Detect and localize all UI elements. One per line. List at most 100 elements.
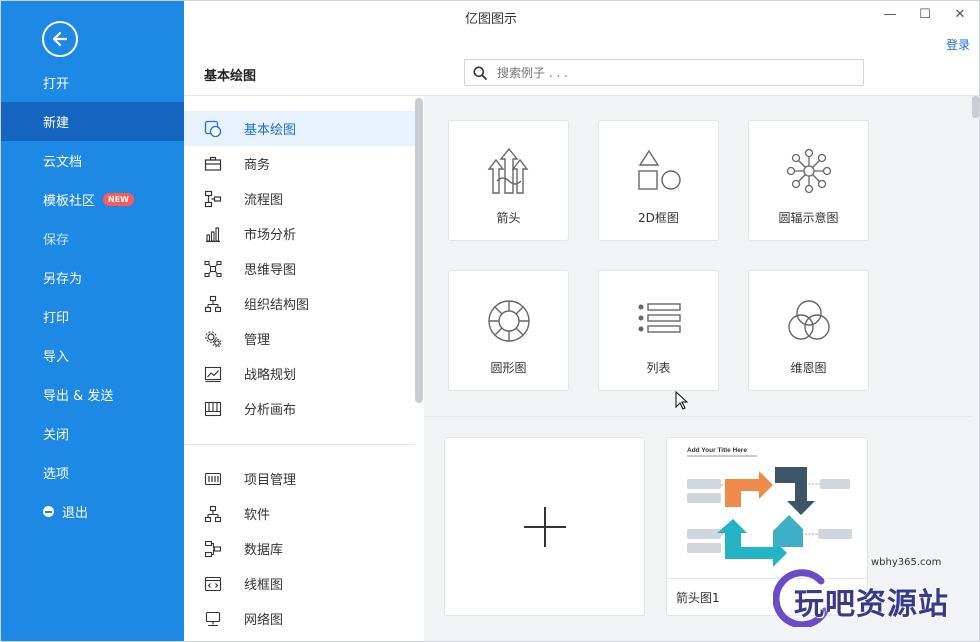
briefcase-icon: [204, 156, 222, 171]
file-sidebar: 打开 新建 云文档 模板社区 NEW 保存 另存为 打印 导入 导出 & 发送 关…: [1, 1, 184, 641]
menu-label: 导入: [43, 350, 70, 365]
menu-label: 保存: [43, 233, 70, 248]
file-menu: 打开 新建 云文档 模板社区 NEW 保存 另存为 打印 导入 导出 & 发送 关…: [1, 63, 184, 531]
category-label: 思维导图: [244, 263, 297, 278]
category-software[interactable]: 软件: [184, 496, 415, 531]
menu-label: 模板社区: [43, 194, 96, 209]
menu-new[interactable]: 新建: [1, 102, 184, 141]
category-mind-map[interactable]: 思维导图: [184, 251, 415, 286]
2d-shapes-icon: [637, 149, 681, 190]
gallery-scrollbar[interactable]: [972, 96, 979, 118]
menu-label: 打印: [43, 311, 70, 326]
arrows-icon: [487, 147, 528, 194]
template-label: 箭头: [496, 211, 521, 225]
category-business[interactable]: 商务: [184, 146, 415, 181]
new-blank-diagram[interactable]: [444, 437, 645, 616]
svg-text:03: 03: [759, 519, 765, 525]
category-label: 战略规划: [244, 368, 297, 383]
maximize-button[interactable]: ☐: [915, 5, 935, 25]
network-icon: [205, 611, 221, 626]
menu-label: 新建: [43, 116, 70, 131]
menu-save-as[interactable]: 另存为: [1, 258, 184, 297]
preview-title: Add Your Title Here: [687, 447, 747, 454]
menu-label: 关闭: [43, 428, 70, 443]
app-window: 打开 新建 云文档 模板社区 NEW 保存 另存为 打印 导入 导出 & 发送 关…: [0, 0, 980, 642]
gantt-icon: [204, 472, 222, 485]
template-radial[interactable]: 圆辐示意图: [748, 120, 869, 241]
category-label: 市场分析: [244, 228, 297, 243]
category-label: 分析画布: [244, 403, 297, 418]
preview-arrow-dark: [775, 467, 815, 515]
menu-label: 导出 & 发送: [43, 389, 114, 404]
search-box[interactable]: [464, 59, 864, 86]
category-database[interactable]: 数据库: [184, 531, 415, 566]
menu-save[interactable]: 保存: [1, 219, 184, 258]
category-analysis-canvas[interactable]: 分析画布: [184, 391, 415, 426]
software-icon: [204, 505, 222, 522]
template-label: 维恩图: [790, 361, 827, 375]
mindmap-icon: [204, 260, 222, 277]
svg-text:04: 04: [772, 519, 778, 525]
back-arrow-icon: [52, 31, 68, 47]
category-strategic-planning[interactable]: 战略规划: [184, 356, 415, 391]
example-preview-image: Add Your Title Here 01 02 03 04: [687, 447, 852, 567]
category-wireframe[interactable]: 线框图: [184, 566, 415, 601]
plus-icon-vertical: [544, 507, 546, 547]
mouse-cursor-icon: [675, 391, 689, 410]
svg-text:01: 01: [759, 507, 765, 513]
menu-exit[interactable]: 退出: [1, 492, 184, 531]
menu-label: 退出: [62, 506, 89, 521]
category-flowchart[interactable]: 流程图: [184, 181, 415, 216]
menu-export-send[interactable]: 导出 & 发送: [1, 375, 184, 414]
menu-print[interactable]: 打印: [1, 297, 184, 336]
line-chart-icon: [204, 366, 222, 382]
close-button[interactable]: ✕: [950, 5, 970, 25]
menu-label: 另存为: [43, 272, 83, 287]
search-input[interactable]: [497, 65, 837, 80]
basic-shapes-icon: [204, 120, 222, 137]
template-arrows[interactable]: 箭头: [448, 120, 569, 241]
category-label: 项目管理: [244, 473, 297, 488]
login-link[interactable]: 登录: [946, 36, 970, 53]
template-circle-diagram[interactable]: 圆形图: [448, 270, 569, 391]
flowchart-icon: [204, 190, 222, 207]
menu-options[interactable]: 选项: [1, 453, 184, 492]
template-label: 列表: [646, 361, 671, 375]
category-market-analysis[interactable]: 市场分析: [184, 216, 415, 251]
category-label: 数据库: [244, 543, 284, 558]
menu-open[interactable]: 打开: [1, 63, 184, 102]
minus-circle-icon: [43, 506, 54, 517]
gallery-divider: [424, 416, 971, 417]
radial-icon: [786, 148, 831, 194]
category-project-management[interactable]: 项目管理: [184, 461, 415, 496]
menu-cloud-docs[interactable]: 云文档: [1, 141, 184, 180]
category-basic-drawing[interactable]: 基本绘图: [184, 111, 415, 146]
category-scrollbar[interactable]: [415, 98, 423, 403]
org-chart-icon: [204, 295, 222, 312]
gears-icon: [205, 330, 222, 347]
template-grid: 箭头 2D框图 圆辐示意图 圆形图 列表 维恩图: [424, 96, 971, 416]
watermark-url: wbhy365.com: [871, 557, 942, 568]
category-label: 网络图: [244, 613, 284, 628]
database-icon: [204, 540, 222, 557]
menu-label: 云文档: [43, 155, 83, 170]
menu-template-community[interactable]: 模板社区 NEW: [1, 180, 184, 219]
menu-close[interactable]: 关闭: [1, 414, 184, 453]
category-label: 基本绘图: [244, 123, 297, 138]
menu-label: 打开: [43, 77, 70, 92]
new-badge: NEW: [103, 193, 134, 206]
category-label: 线框图: [244, 578, 284, 593]
category-org-chart[interactable]: 组织结构图: [184, 286, 415, 321]
template-venn[interactable]: 维恩图: [748, 270, 869, 391]
template-list[interactable]: 列表: [598, 270, 719, 391]
category-label: 流程图: [244, 193, 284, 208]
menu-import[interactable]: 导入: [1, 336, 184, 375]
category-list: 基本绘图 商务 流程图 市场分析 思维导图 组织结构图 管理 战略规划 分析画布…: [184, 96, 424, 641]
template-label: 2D框图: [638, 211, 679, 225]
category-network[interactable]: 网络图: [184, 601, 415, 636]
watermark-text: 玩吧资源站: [794, 587, 949, 622]
template-2d-shapes[interactable]: 2D框图: [598, 120, 719, 241]
example-label: 箭头图1: [676, 591, 720, 605]
category-management[interactable]: 管理: [184, 321, 415, 356]
minimize-button[interactable]: —: [880, 5, 900, 25]
